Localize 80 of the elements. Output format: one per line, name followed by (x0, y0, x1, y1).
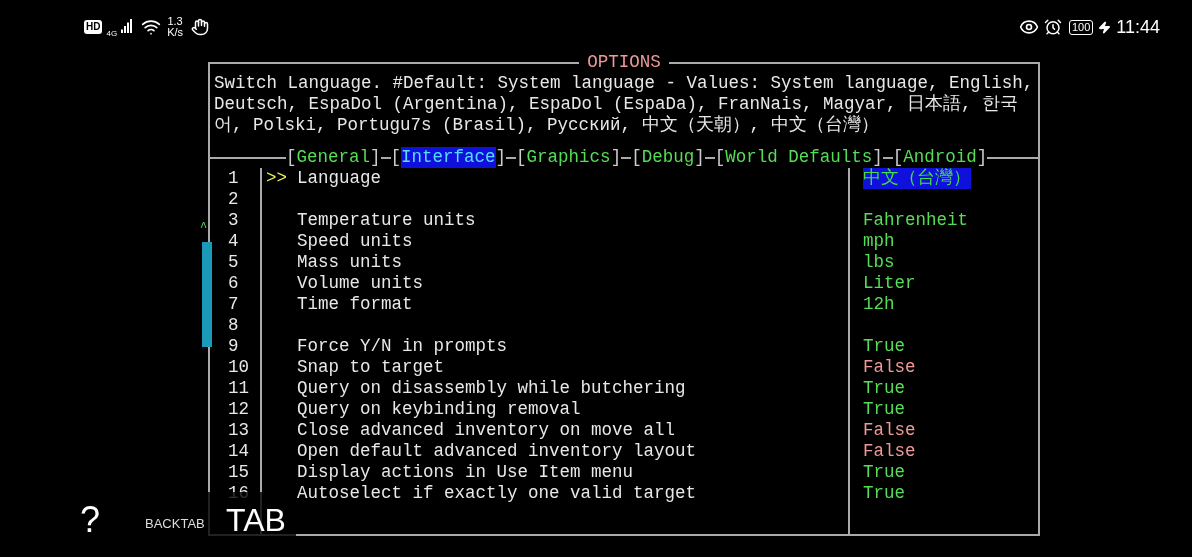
speed-value: 1.3 (167, 16, 183, 27)
line-number: 4 (228, 231, 240, 252)
option-label[interactable]: Mass units (297, 252, 403, 273)
alarm-icon (1043, 18, 1062, 36)
hand-icon (191, 18, 210, 36)
tab-bracket: ] (694, 147, 705, 168)
option-value: False (863, 420, 916, 441)
tab-bracket: ] (976, 147, 988, 168)
option-label[interactable]: Query on disassembly while butchering (297, 378, 686, 399)
speed-unit: K/s (167, 27, 184, 38)
line-number: 7 (228, 294, 240, 315)
option-label[interactable]: Display actions in Use Item menu (297, 462, 634, 483)
line-number: 11 (228, 378, 250, 399)
tab[interactable]: Debug (641, 147, 695, 168)
option-label[interactable]: Force Y/N in prompts (297, 336, 508, 357)
help-button[interactable]: ? (80, 500, 101, 540)
tab-bracket: ] (872, 147, 883, 168)
line-number: 14 (228, 441, 250, 462)
option-label[interactable]: Speed units (297, 231, 413, 252)
option-label[interactable]: Language (297, 168, 381, 189)
option-value: 中文（台灣） (863, 168, 971, 189)
line-number: 1 (228, 168, 240, 189)
option-value: True (863, 399, 905, 420)
tab[interactable]: Android (903, 147, 977, 168)
option-label[interactable]: Open default advanced inventory layout (297, 441, 697, 462)
tab-bracket: ] (370, 147, 381, 168)
line-number: 10 (228, 357, 250, 378)
backtab-button[interactable]: BACKTAB (145, 514, 205, 534)
line-number: 8 (228, 315, 240, 336)
tab[interactable]: World Defaults (725, 147, 873, 168)
option-value: True (863, 462, 905, 483)
option-value: Liter (863, 273, 916, 294)
option-label[interactable]: Snap to target (297, 357, 445, 378)
wifi-icon (141, 17, 162, 37)
scroll-up-marker: ^ (200, 222, 208, 234)
option-label[interactable]: Temperature units (297, 210, 476, 231)
clock-time: 11:44 (1116, 15, 1160, 39)
option-label[interactable]: Time format (297, 294, 413, 315)
option-value: False (863, 357, 916, 378)
network-label: 4G (106, 28, 118, 40)
option-value: True (863, 378, 905, 399)
option-value: Fahrenheit (863, 210, 969, 231)
option-value: lbs (863, 252, 895, 273)
charging-icon (1098, 20, 1112, 34)
battery-indicator: 100 (1068, 19, 1094, 35)
option-value: mph (863, 231, 895, 252)
line-number: 5 (228, 252, 240, 273)
tab[interactable]: Interface (401, 147, 496, 168)
option-label[interactable]: Volume units (297, 273, 424, 294)
option-label[interactable]: Query on keybinding removal (297, 399, 581, 420)
option-value: True (863, 483, 905, 504)
tab-bracket: ] (495, 147, 507, 168)
line-number: 2 (228, 189, 240, 210)
signal-icon (121, 19, 134, 35)
selection-cursor: >> (266, 168, 287, 188)
tab-bracket: [ (714, 147, 726, 168)
option-value: 12h (863, 294, 895, 315)
line-number: 3 (228, 210, 240, 231)
tab-bracket: ] (610, 147, 622, 168)
hd-badge: HD (84, 20, 103, 34)
tab-bracket: [ (631, 147, 642, 168)
option-value: True (863, 336, 905, 357)
option-value: False (863, 441, 916, 462)
tab[interactable]: General (296, 147, 371, 168)
line-number: 9 (228, 336, 240, 357)
option-description: Switch Language. #Default: System language - Values: System language, English, Deutsch, EspaDol (Argentina), EspaDol (EspaDa), FranNais, Magyar, 日本語, 한국어, Polski, Portugu7s (Brasil), Русский, 中文（天朝）, 中文（台灣） (214, 73, 1034, 136)
option-label[interactable]: Close advanced inventory on move all (297, 420, 676, 441)
tab-bracket: [ (892, 147, 904, 168)
option-label[interactable]: Autoselect if exactly one valid target (297, 483, 697, 504)
eye-icon (1018, 17, 1039, 37)
tab-bracket: [ (390, 147, 402, 168)
line-number: 12 (228, 399, 250, 420)
scrollbar-thumb[interactable] (202, 242, 212, 347)
line-number: 6 (228, 273, 240, 294)
line-number: 13 (228, 420, 250, 441)
window-title: OPTIONS (586, 52, 662, 73)
tab[interactable]: Graphics (526, 147, 611, 168)
line-number: 15 (228, 462, 250, 483)
tab-bracket: [ (286, 147, 297, 168)
tab-bracket: [ (516, 147, 527, 168)
